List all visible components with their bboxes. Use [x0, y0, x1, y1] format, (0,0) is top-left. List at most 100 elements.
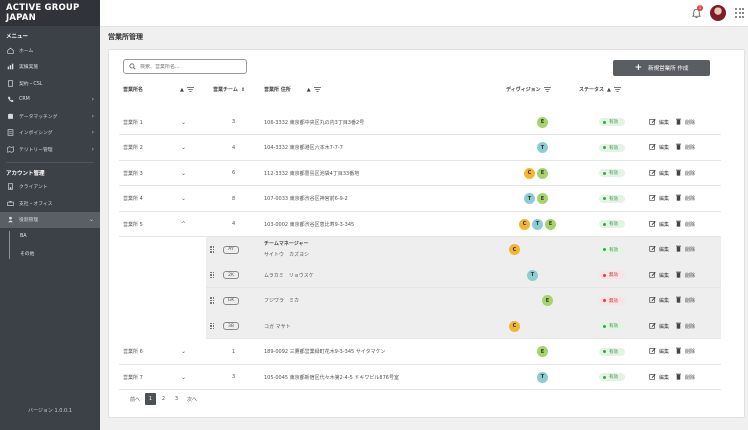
- filter-icon[interactable]: [313, 87, 321, 92]
- delete-button[interactable]: 削除: [675, 373, 695, 382]
- delete-button[interactable]: 削除: [675, 322, 695, 331]
- next-page-button[interactable]: 次へ: [184, 393, 200, 405]
- edit-button[interactable]: 編集: [649, 245, 669, 254]
- phone-icon: [6, 96, 14, 104]
- edit-button[interactable]: 編集: [649, 347, 669, 356]
- sidebar-item-items-2[interactable]: 契約・CSL: [0, 75, 100, 92]
- new-office-label: 新規営業所 作成: [648, 66, 689, 72]
- edit-button[interactable]: 編集: [649, 143, 669, 152]
- sidebar-item-items-4[interactable]: データマッチング ›: [0, 108, 100, 125]
- sub-table-row[interactable]: 2K ムラカミ リョウスケ T 無効 編集 削除: [206, 262, 721, 288]
- sidebar-item-account_items-0[interactable]: クライアント: [0, 179, 100, 196]
- table-row[interactable]: 営業所 6 ⌄ 1 189-0092 三鷹都営業緑町花木9-3-345 サイタマケン E…: [119, 339, 721, 365]
- sidebar-item-items-3[interactable]: CRM ›: [0, 92, 100, 109]
- search-input[interactable]: [140, 63, 240, 70]
- drag-handle-icon[interactable]: [210, 297, 214, 304]
- sub-item-ba[interactable]: BA: [20, 228, 100, 245]
- expand-chevron-icon[interactable]: ⌄: [181, 186, 186, 212]
- filter-icon[interactable]: [613, 87, 621, 92]
- delete-button[interactable]: 削除: [675, 271, 695, 280]
- division-badge: T: [532, 218, 543, 230]
- sidebar-item-items-5[interactable]: インボイシング ›: [0, 125, 100, 142]
- sort-icon[interactable]: ⇕: [241, 87, 245, 93]
- expand-chevron-icon[interactable]: ⌄: [181, 160, 186, 186]
- drag-handle-icon[interactable]: [210, 271, 214, 279]
- filter-icon[interactable]: [543, 87, 551, 92]
- new-office-button[interactable]: + 新規営業所 作成: [613, 60, 710, 76]
- table-row[interactable]: 営業所 4 ⌄ 8 107-0033 東京都渋谷区神宮前6-9-2 T E 有効 編集 削除: [119, 186, 721, 212]
- edit-button[interactable]: 編集: [649, 220, 669, 229]
- manager-cell: AY: [210, 237, 239, 263]
- map-icon: [6, 145, 14, 153]
- office-name: 営業所 4: [123, 196, 143, 202]
- filter-icon[interactable]: [186, 87, 194, 92]
- status-cell: 有効: [599, 313, 625, 339]
- sub-table-row[interactable]: GK フジワラ ミカ E 無効 編集 削除: [206, 287, 721, 314]
- edit-button[interactable]: 編集: [649, 169, 669, 178]
- edit-label: 編集: [659, 298, 670, 304]
- sort-icon[interactable]: ▲: [180, 87, 184, 93]
- col-address[interactable]: 営業所 住所 ▲: [264, 83, 321, 96]
- delete-button[interactable]: 削除: [675, 118, 695, 127]
- delete-button[interactable]: 削除: [675, 194, 695, 203]
- edit-button[interactable]: 編集: [649, 322, 669, 331]
- sidebar: ACTIVE GROUP JAPAN メニュー ホーム 実績実施 契約・CSL CRM…: [0, 0, 100, 430]
- delete-button[interactable]: 削除: [675, 245, 695, 254]
- edit-button[interactable]: 編集: [649, 373, 669, 382]
- expand-chevron-icon[interactable]: ⌄: [181, 135, 186, 161]
- division-badge: E: [537, 193, 548, 204]
- table-row[interactable]: 営業所 5 ^ 4 103-0002 東京都渋谷区恵比寿9-3-345 C T E 有効 編集削…: [119, 211, 721, 237]
- table-row[interactable]: 営業所 1 ⌄ 3 106-3332 東京都中央区丸の内3丁目3番2号 E 有効 編集 削除: [119, 109, 721, 135]
- col-division[interactable]: ディヴィジョン: [506, 83, 551, 96]
- prev-page-button[interactable]: 前へ: [127, 393, 143, 405]
- delete-button[interactable]: 削除: [675, 347, 695, 356]
- edit-button[interactable]: 編集: [649, 118, 669, 127]
- delete-label: 削除: [685, 247, 696, 253]
- edit-label: 編集: [659, 349, 670, 355]
- apps-grid-icon[interactable]: [735, 8, 745, 18]
- col-name-controls[interactable]: ▲: [177, 83, 194, 96]
- actions-cell: 編集 削除: [649, 262, 701, 288]
- sidebar-item-account_items-2[interactable]: 役割管理 ⌄: [0, 211, 100, 228]
- sidebar-item-items-6[interactable]: テリトリー管理 ›: [0, 141, 100, 158]
- status-text: 有効: [609, 375, 618, 380]
- sidebar-item-items-1[interactable]: 実績実施: [0, 59, 100, 76]
- status-badge: 有効: [599, 245, 625, 254]
- sub-table-row[interactable]: 3B コガ マサト C 有効 編集 削除: [206, 313, 721, 339]
- drag-handle-icon[interactable]: [210, 322, 214, 330]
- table-row[interactable]: 営業所 7 ⌄ 3 105-0045 東京都新宿区代々木第2-4-5 ドキワビル876…: [119, 364, 721, 390]
- edit-button[interactable]: 編集: [649, 296, 669, 305]
- sort-icon[interactable]: ▲: [307, 87, 311, 93]
- edit-button[interactable]: 編集: [649, 194, 669, 203]
- office-address: 104-3332 東京都港区六本木7-7-7: [264, 145, 343, 151]
- expand-chevron-icon[interactable]: ^: [181, 211, 186, 237]
- delete-button[interactable]: 削除: [675, 169, 695, 178]
- sort-icon[interactable]: ▲: [607, 87, 611, 93]
- sub-item-other[interactable]: その他: [20, 245, 100, 262]
- drag-handle-icon[interactable]: [210, 246, 214, 253]
- sidebar-item-account_items-1[interactable]: 支社・オフィス: [0, 195, 100, 212]
- expand-chevron-icon[interactable]: ⌄: [181, 109, 186, 135]
- sidebar-item-items-0[interactable]: ホーム: [0, 42, 100, 59]
- status-text: 有効: [609, 324, 618, 329]
- delete-button[interactable]: 削除: [675, 143, 695, 152]
- delete-label: 削除: [685, 119, 696, 126]
- col-name[interactable]: 営業所名: [123, 83, 143, 96]
- page-button[interactable]: 3: [171, 393, 182, 405]
- page-button[interactable]: 2: [158, 393, 169, 405]
- page-button[interactable]: 1: [145, 393, 157, 405]
- expand-chevron-icon[interactable]: ⌄: [181, 364, 186, 390]
- expand-chevron-icon[interactable]: ⌄: [181, 339, 186, 365]
- col-status[interactable]: ステータス ▲: [579, 83, 621, 96]
- office-address: 107-0033 東京都渋谷区神宮前6-9-2: [264, 196, 348, 202]
- edit-button[interactable]: 編集: [649, 271, 669, 280]
- avatar[interactable]: [710, 5, 726, 21]
- search-box[interactable]: [123, 59, 247, 74]
- sub-table-row[interactable]: AY チームマネージャー サイトウ カズヨシ C 有効 編集 削除: [206, 236, 721, 263]
- delete-button[interactable]: 削除: [675, 296, 695, 305]
- table-row[interactable]: 営業所 2 ⌄ 4 104-3332 東京都港区六本木7-7-7 T 有効 編集 削除: [119, 135, 721, 161]
- table-row[interactable]: 営業所 3 ⌄ 6 112-3332 東京都豊島区池袋4丁目33番地 C E 有効 編集 削除: [119, 160, 721, 186]
- delete-button[interactable]: 削除: [675, 220, 695, 229]
- trash-icon: [675, 373, 685, 382]
- col-team[interactable]: 営業チーム ⇕: [213, 83, 245, 96]
